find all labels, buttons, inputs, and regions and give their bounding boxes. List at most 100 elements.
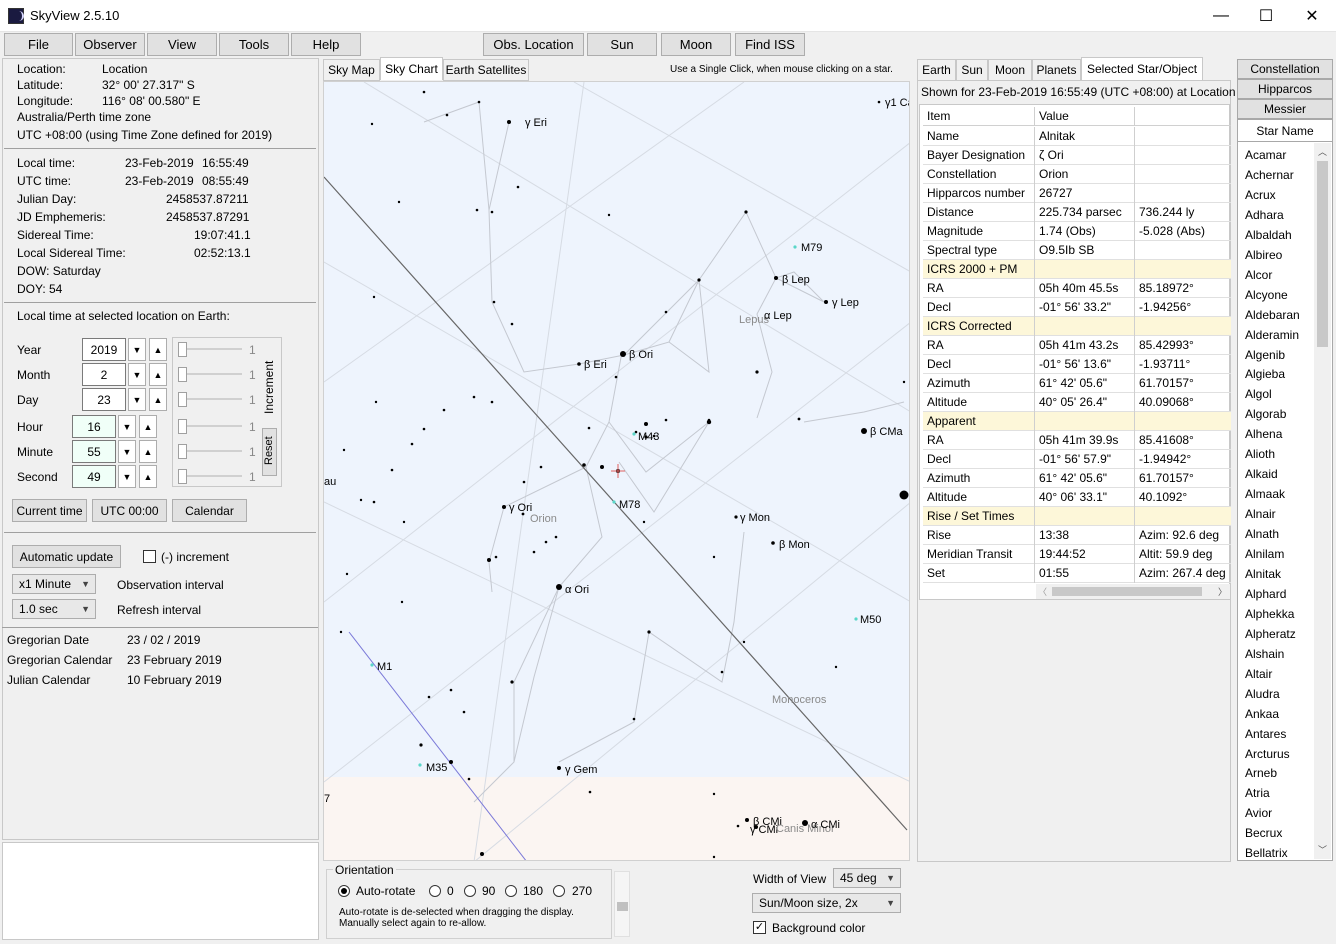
info-row[interactable]: Bayer Designation ζ Ori [923, 146, 1231, 165]
star-list-item[interactable]: Acrux [1245, 188, 1276, 202]
tab-planets[interactable]: Planets [1032, 59, 1081, 81]
info-row[interactable]: Decl -01° 56' 13.6" -1.93711° [923, 355, 1231, 374]
obs-location-button[interactable]: Obs. Location [483, 33, 584, 56]
info-row[interactable]: Magnitude 1.74 (Obs) -5.028 (Abs) [923, 222, 1231, 241]
close-button[interactable]: ✕ [1289, 0, 1335, 32]
star-list-item[interactable]: Aludra [1245, 687, 1280, 701]
menu-observer[interactable]: Observer [75, 33, 145, 56]
rotate-0-radio[interactable] [429, 885, 441, 897]
star-list-item[interactable]: Alhena [1245, 427, 1282, 441]
info-hscrollbar[interactable]: 〈 〉 [1036, 584, 1230, 599]
reset-button[interactable]: Reset [262, 428, 277, 476]
tab-selected-object[interactable]: Selected Star/Object [1081, 57, 1203, 80]
info-row[interactable]: RA 05h 40m 45.5s 85.18972° [923, 279, 1231, 298]
increment-icon[interactable]: ▲ [149, 388, 167, 411]
info-row[interactable]: Spectral type O9.5Ib SB [923, 241, 1231, 260]
info-row[interactable]: Meridian Transit 19:44:52 Altit: 59.9 de… [923, 545, 1231, 564]
time-row-value[interactable]: 16 [72, 415, 116, 438]
scroll-right-icon[interactable]: 〉 [1218, 585, 1227, 598]
star-list-item[interactable]: Algorab [1245, 407, 1286, 421]
scroll-thumb[interactable] [1052, 587, 1202, 596]
find-iss-button[interactable]: Find ISS [735, 33, 805, 56]
info-row[interactable]: ICRS 2000 + PM [923, 260, 1231, 279]
star-list-item[interactable]: Alioth [1245, 447, 1275, 461]
star-list-item[interactable]: Alkaid [1245, 467, 1278, 481]
star-list-item[interactable]: Alnair [1245, 507, 1276, 521]
auto-rotate-radio[interactable] [338, 885, 350, 897]
star-list-item[interactable]: Altair [1245, 667, 1272, 681]
tab-star-name[interactable]: Star Name [1237, 119, 1333, 141]
info-row[interactable]: Decl -01° 56' 57.9" -1.94942° [923, 450, 1231, 469]
star-list-item[interactable]: Algieba [1245, 367, 1285, 381]
info-row[interactable]: Altitude 40° 06' 33.1" 40.1092° [923, 488, 1231, 507]
info-row[interactable]: RA 05h 41m 39.9s 85.41608° [923, 431, 1231, 450]
decrement-icon[interactable]: ▼ [128, 363, 146, 386]
star-list-item[interactable]: Alnath [1245, 527, 1279, 541]
obs-interval-combo[interactable]: x1 Minute ▼ [12, 574, 96, 594]
sun-button[interactable]: Sun [587, 33, 657, 56]
star-list-item[interactable]: Albaldah [1245, 228, 1292, 242]
automatic-update-button[interactable]: Automatic update [12, 545, 121, 568]
menu-view[interactable]: View [147, 33, 217, 56]
decrement-icon[interactable]: ▼ [128, 338, 146, 361]
star-list-item[interactable]: Alphekka [1245, 607, 1294, 621]
star-list-item[interactable]: Alphard [1245, 587, 1286, 601]
time-row-value[interactable]: 2 [82, 363, 126, 386]
tab-sun[interactable]: Sun [956, 59, 988, 81]
star-list-item[interactable]: Algol [1245, 387, 1272, 401]
star-list-item[interactable]: Alderamin [1245, 328, 1299, 342]
info-row[interactable]: ICRS Corrected [923, 317, 1231, 336]
time-row-value[interactable]: 49 [72, 465, 116, 488]
calendar-button[interactable]: Calendar [172, 499, 247, 522]
info-row[interactable]: Distance 225.734 parsec 736.244 ly [923, 203, 1231, 222]
moon-button[interactable]: Moon [661, 33, 731, 56]
current-time-button[interactable]: Current time [12, 499, 87, 522]
scroll-up-icon[interactable]: ︿ [1318, 145, 1327, 158]
star-list-item[interactable]: Achernar [1245, 168, 1294, 182]
tab-messier[interactable]: Messier [1237, 99, 1333, 119]
width-of-view-combo[interactable]: 45 deg ▼ [833, 868, 901, 888]
star-list-item[interactable]: Alpheratz [1245, 627, 1296, 641]
menu-file[interactable]: File [4, 33, 73, 56]
tab-earth-satellites[interactable]: Earth Satellites [443, 59, 529, 81]
decrement-icon[interactable]: ▼ [118, 440, 136, 463]
decrement-icon[interactable]: ▼ [128, 388, 146, 411]
sky-chart-canvas[interactable]: γ Eri γ1 Ca M79 β Lep γ Lep Lepus α Lep … [324, 82, 910, 861]
star-list-item[interactable]: Alcyone [1245, 288, 1288, 302]
star-list-item[interactable]: Almaak [1245, 487, 1285, 501]
time-row-value[interactable]: 23 [82, 388, 126, 411]
tab-moon[interactable]: Moon [988, 59, 1032, 81]
increment-icon[interactable]: ▲ [149, 363, 167, 386]
info-row[interactable]: Apparent [923, 412, 1231, 431]
info-row[interactable]: Set 01:55 Azim: 267.4 deg [923, 564, 1231, 583]
star-list-item[interactable]: Bellatrix [1245, 846, 1288, 860]
info-row[interactable]: Hipparcos number 26727 [923, 184, 1231, 203]
increment-icon[interactable]: ▲ [139, 415, 157, 438]
scroll-left-icon[interactable]: 〈 [1038, 585, 1047, 598]
info-row[interactable]: Rise / Set Times [923, 507, 1231, 526]
rotate-90-radio[interactable] [464, 885, 476, 897]
decrement-icon[interactable]: ▼ [118, 465, 136, 488]
background-color-checkbox[interactable]: ✓ [753, 921, 766, 934]
star-list-item[interactable]: Antares [1245, 727, 1286, 741]
rotate-180-radio[interactable] [505, 885, 517, 897]
star-list-item[interactable]: Arneb [1245, 766, 1277, 780]
star-list-item[interactable]: Adhara [1245, 208, 1284, 222]
star-list-item[interactable]: Alcor [1245, 268, 1272, 282]
scroll-down-icon[interactable]: ﹀ [1318, 843, 1327, 856]
decrement-icon[interactable]: ▼ [118, 415, 136, 438]
star-list-item[interactable]: Albireo [1245, 248, 1282, 262]
info-row[interactable]: Constellation Orion [923, 165, 1231, 184]
star-list-item[interactable]: Becrux [1245, 826, 1282, 840]
tab-hipparcos[interactable]: Hipparcos [1237, 79, 1333, 99]
menu-tools[interactable]: Tools [219, 33, 289, 56]
neg-increment-checkbox[interactable] [143, 550, 156, 563]
minimize-button[interactable]: — [1198, 0, 1244, 32]
star-list-item[interactable]: Aldebaran [1245, 308, 1300, 322]
increment-icon[interactable]: ▲ [139, 440, 157, 463]
menu-help[interactable]: Help [291, 33, 361, 56]
star-list-item[interactable]: Alnilam [1245, 547, 1284, 561]
tab-sky-map[interactable]: Sky Map [323, 59, 380, 81]
time-row-value[interactable]: 55 [72, 440, 116, 463]
sky-chart[interactable]: γ Eri γ1 Ca M79 β Lep γ Lep Lepus α Lep … [323, 81, 910, 861]
